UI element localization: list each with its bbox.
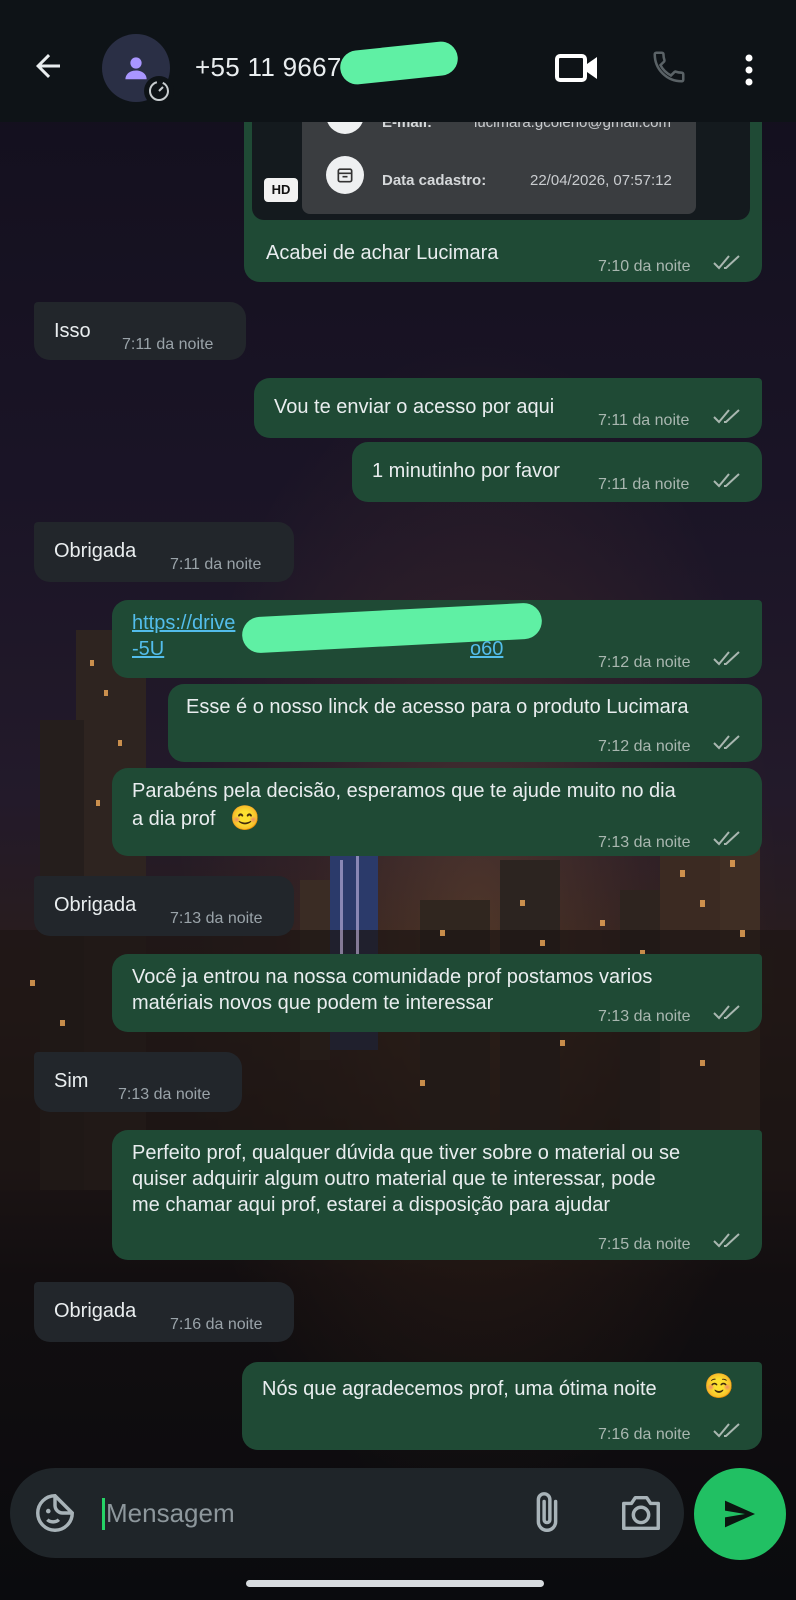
message-bubble-outgoing[interactable]: Vou te enviar o acesso por aqui 7:11 da … [254, 378, 762, 438]
message-bubble-outgoing[interactable]: Nós que agradecemos prof, uma ótima noit… [242, 1362, 762, 1450]
read-ticks-icon [713, 651, 740, 666]
read-ticks-icon [713, 409, 740, 424]
shared-link[interactable]: https://drive [132, 610, 235, 636]
read-ticks-icon [713, 831, 740, 846]
message-bubble-outgoing[interactable]: Você ja entrou na nossa comunidade prof … [112, 954, 762, 1032]
more-options-button[interactable] [736, 50, 762, 90]
message-time: 7:11 da noite [598, 412, 690, 429]
message-bubble-outgoing[interactable]: E-mail: lucimara.gcoleho@gmail.com Data … [244, 102, 762, 282]
message-time: 7:10 da noite [598, 258, 691, 275]
sticker-icon [36, 1494, 74, 1532]
back-button[interactable] [26, 44, 70, 88]
voice-call-button[interactable] [650, 48, 690, 88]
phone-call-icon [653, 51, 685, 83]
message-bubble-incoming[interactable]: Obrigada 7:11 da noite [34, 522, 294, 582]
message-text: Sim [54, 1070, 89, 1092]
date-label: Data cadastro: [382, 172, 487, 189]
message-bubble-outgoing[interactable]: Parabéns pela decisão, esperamos que te … [112, 768, 762, 856]
message-time: 7:12 da noite [598, 654, 691, 671]
message-text: Esse é o nosso linck de acesso para o pr… [186, 696, 689, 718]
message-text: Vou te enviar o acesso por aqui [274, 396, 555, 418]
video-call-button[interactable] [554, 48, 602, 88]
read-ticks-icon [713, 1005, 740, 1020]
message-time: 7:16 da noite [170, 1316, 263, 1333]
message-text-line3: me chamar aqui prof, estarei a disposiçã… [132, 1194, 611, 1216]
date-value: 22/04/2026, 07:57:12 [530, 172, 672, 189]
send-button[interactable] [694, 1468, 786, 1560]
sticker-button[interactable] [32, 1490, 78, 1536]
read-ticks-icon [713, 255, 740, 270]
message-text-line2: a dia prof [132, 808, 216, 830]
redaction-mark [338, 39, 460, 87]
message-bubble-incoming[interactable]: Sim 7:13 da noite [34, 1052, 242, 1112]
message-text: Acabei de achar Lucimara [266, 242, 499, 264]
disappearing-timer-badge [144, 76, 174, 106]
hd-badge: HD [264, 178, 298, 202]
paperclip-icon [536, 1492, 558, 1532]
message-text-line1: Você ja entrou na nossa comunidade prof … [132, 966, 653, 988]
smiling-emoji: ☺️ [704, 1373, 734, 1400]
message-input[interactable] [106, 1490, 486, 1536]
message-time: 7:13 da noite [598, 1008, 691, 1025]
arrow-left-icon [36, 54, 60, 78]
message-time: 7:12 da noite [598, 738, 691, 755]
message-time: 7:11 da noite [122, 336, 214, 353]
message-bubble-outgoing[interactable]: https://drive -5U o60 7:12 da noite [112, 600, 762, 678]
message-bubble-outgoing[interactable]: Esse é o nosso linck de acesso para o pr… [168, 684, 762, 762]
message-text-line1: Perfeito prof, qualquer dúvida que tiver… [132, 1142, 681, 1164]
read-ticks-icon [713, 1423, 740, 1438]
message-time: 7:13 da noite [598, 834, 691, 851]
chat-header: +55 11 9667 [0, 0, 796, 122]
home-indicator[interactable] [246, 1580, 544, 1587]
message-bubble-outgoing[interactable]: 1 minutinho por favor 7:11 da noite [352, 442, 762, 502]
camera-button[interactable] [616, 1490, 666, 1536]
more-vert-icon [745, 54, 753, 86]
message-time: 7:16 da noite [598, 1426, 691, 1443]
timer-icon [149, 81, 169, 101]
message-bubble-outgoing[interactable]: Perfeito prof, qualquer dúvida que tiver… [112, 1130, 762, 1260]
message-text-line2: quiser adquirir algum outro material que… [132, 1168, 656, 1190]
camera-icon [622, 1495, 660, 1531]
message-text: Nós que agradecemos prof, uma ótima noit… [262, 1378, 657, 1400]
message-bubble-incoming[interactable]: Obrigada 7:13 da noite [34, 876, 294, 936]
message-text: Obrigada [54, 540, 137, 562]
message-time: 7:13 da noite [170, 910, 263, 927]
message-text-line2: matériais novos que podem te interessar [132, 992, 494, 1014]
message-text-line1: Parabéns pela decisão, esperamos que te … [132, 780, 676, 802]
message-text: Isso [54, 320, 91, 342]
shared-link-line2[interactable]: -5U [132, 636, 164, 662]
read-ticks-icon [713, 735, 740, 750]
attach-button[interactable] [524, 1490, 570, 1536]
send-icon [725, 1500, 755, 1528]
text-cursor [102, 1498, 105, 1530]
message-time: 7:15 da noite [598, 1236, 691, 1253]
message-time: 7:11 da noite [170, 556, 262, 573]
message-composer [10, 1468, 684, 1558]
smile-emoji: 😊 [230, 805, 260, 832]
date-row-icon [326, 156, 364, 194]
message-text: Obrigada [54, 1300, 137, 1322]
message-text: Obrigada [54, 894, 137, 916]
message-time: 7:13 da noite [118, 1086, 211, 1103]
message-bubble-incoming[interactable]: Isso 7:11 da noite [34, 302, 246, 360]
message-time: 7:11 da noite [598, 476, 690, 493]
contact-name[interactable]: +55 11 9667 [195, 52, 342, 83]
read-ticks-icon [713, 1233, 740, 1248]
read-ticks-icon [713, 473, 740, 488]
calendar-icon [337, 168, 353, 183]
message-text: 1 minutinho por favor [372, 460, 560, 482]
message-bubble-incoming[interactable]: Obrigada 7:16 da noite [34, 1282, 294, 1342]
video-call-icon [555, 54, 597, 82]
